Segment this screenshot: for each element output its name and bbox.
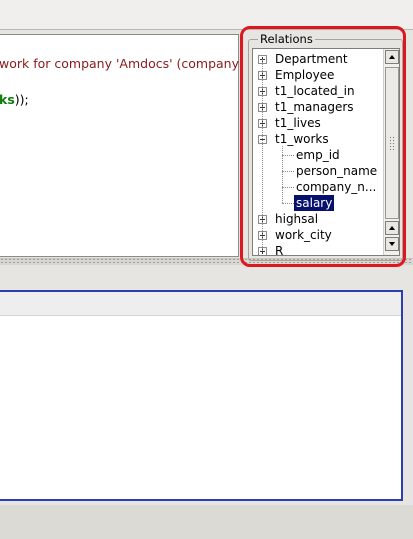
scroll-up-button-lower[interactable] [385,221,399,235]
tree-child-connector [282,146,283,203]
tree-item-label: t1_lives [275,116,321,130]
tree-node[interactable]: t1_managers [253,99,385,115]
tree-node[interactable]: t1_lives [253,115,385,131]
tree-leaf[interactable]: emp_id [253,147,385,163]
tree-item-label: emp_id [296,148,340,162]
tree-node[interactable]: Department [253,51,385,67]
tree-node[interactable]: t1_works [253,131,385,147]
tree-node[interactable]: Employee [253,67,385,83]
tree-item-label: work_city [275,228,332,242]
tree-item-label: R [275,244,284,256]
tree-scrollbar[interactable] [383,49,399,255]
tree-item-label: Employee [275,68,335,82]
tree-leaf[interactable]: salary [253,195,385,211]
results-header [0,292,401,316]
relations-legend: Relations [258,32,315,46]
tree-leaf[interactable]: person_name [253,163,385,179]
query-line-2-tail: )); [14,92,29,107]
tree-leaf[interactable]: company_n... [253,179,385,195]
query-line-2: ks)); [0,92,29,107]
query-keyword-fragment: ks [0,92,15,107]
tree-item-label: Department [275,52,348,66]
arrow-down-icon [389,242,395,246]
tree-item-label: t1_works [275,132,329,146]
arrow-up-icon [389,55,395,59]
tree-connector [282,171,294,172]
tree-item-label: company_n... [296,180,377,194]
tree-connector [282,187,294,188]
query-line-1: work for company 'Amdocs' (company [0,56,239,71]
relations-tree[interactable]: Department Employee t1_located_in t1_manage… [252,48,400,256]
bottom-area [0,505,413,539]
tree-node[interactable]: work_city [253,227,385,243]
tree-item-label: highsal [275,212,319,226]
tree-item-label: t1_located_in [275,84,355,98]
tree-item-label: person_name [296,164,378,178]
app-window: work for company 'Amdocs' (company ks));… [0,0,413,539]
tree-connector [282,203,294,204]
scroll-down-button[interactable] [385,237,399,251]
grip-icon [389,136,396,150]
arrow-up-icon [389,226,395,230]
query-editor[interactable]: work for company 'Amdocs' (company ks)); [0,34,239,257]
results-pane[interactable] [0,290,403,501]
tree-root-connector [262,59,263,251]
tree-node[interactable]: highsal [253,211,385,227]
scroll-up-button[interactable] [385,50,399,64]
tree-item-label: salary [294,195,335,211]
tree-node[interactable]: t1_located_in [253,83,385,99]
tree-connector [282,155,294,156]
tree-item-label: t1_managers [275,100,354,114]
tree-node[interactable]: R [253,243,385,256]
scroll-thumb[interactable] [385,67,399,219]
